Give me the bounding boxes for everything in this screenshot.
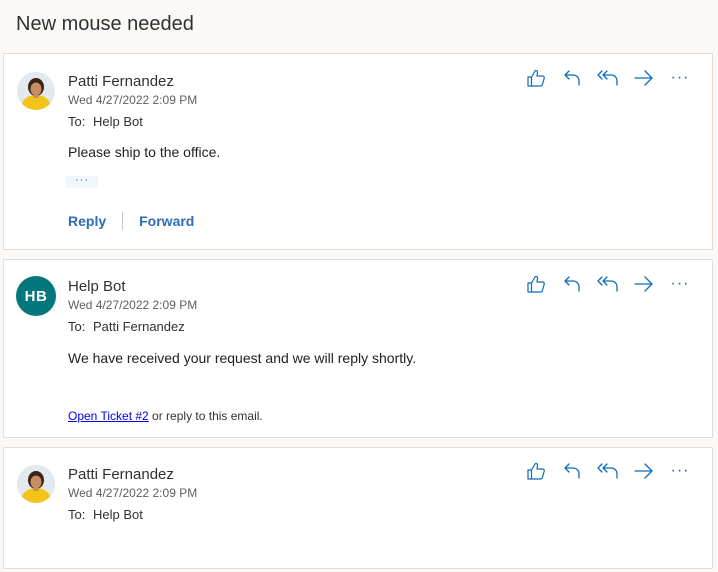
reply-button[interactable]: Reply [68, 213, 106, 229]
reply-all-button[interactable] [590, 271, 626, 297]
message-date: Wed 4/27/2022 2:09 PM [68, 298, 198, 312]
avatar: HB [16, 276, 56, 316]
like-button[interactable] [518, 271, 554, 297]
reply-icon-button[interactable] [554, 271, 590, 297]
avatar-photo-icon [17, 72, 55, 110]
sender-name: Help Bot [68, 278, 126, 295]
message-body: Please ship to the office. [68, 144, 221, 160]
more-options-button[interactable]: ··· [662, 458, 698, 484]
recipient-line: To: Patti Fernandez [68, 319, 185, 334]
message-body: We have received your request and we wil… [68, 350, 417, 366]
avatar [17, 465, 55, 503]
forward-arrow-icon [634, 463, 653, 479]
footer-text: or reply to this email. [148, 409, 263, 423]
reply-icon-button[interactable] [554, 458, 590, 484]
message-actions: ··· [518, 271, 698, 297]
recipient-line: To: Help Bot [68, 114, 143, 129]
message-card[interactable]: HB Help Bot Wed 4/27/2022 2:09 PM To: Pa… [3, 259, 713, 438]
message-actions: ··· [518, 458, 698, 484]
to-label: To: [68, 319, 86, 334]
sender-name: Patti Fernandez [68, 73, 174, 90]
recipient-name[interactable]: Help Bot [93, 114, 143, 129]
thread-title: New mouse needed [16, 13, 194, 35]
forward-icon-button[interactable] [626, 458, 662, 484]
like-icon [527, 69, 545, 87]
like-button[interactable] [518, 65, 554, 91]
like-button[interactable] [518, 458, 554, 484]
show-more-button[interactable]: ··· [66, 175, 98, 188]
message-actions: ··· [518, 65, 698, 91]
forward-arrow-icon [634, 70, 653, 86]
divider [122, 212, 124, 230]
sender-name: Patti Fernandez [68, 466, 174, 483]
to-label: To: [68, 507, 86, 522]
reply-all-button[interactable] [590, 458, 626, 484]
reply-all-icon [597, 276, 618, 292]
recipient-line: To: Help Bot [68, 507, 143, 522]
reply-icon [564, 70, 580, 86]
forward-arrow-icon [634, 276, 653, 292]
reply-icon [564, 463, 580, 479]
reply-forward-row: Reply Forward [68, 212, 194, 230]
forward-button[interactable]: Forward [139, 213, 194, 229]
like-icon [527, 462, 545, 480]
recipient-name[interactable]: Help Bot [93, 507, 143, 522]
like-icon [527, 275, 545, 293]
message-date: Wed 4/27/2022 2:09 PM [68, 93, 198, 107]
to-label: To: [68, 114, 86, 129]
avatar-photo-icon [17, 465, 55, 503]
message-card[interactable]: Patti Fernandez Wed 4/27/2022 2:09 PM To… [3, 53, 713, 250]
avatar [17, 72, 55, 110]
forward-icon-button[interactable] [626, 65, 662, 91]
more-options-button[interactable]: ··· [662, 271, 698, 297]
forward-icon-button[interactable] [626, 271, 662, 297]
reply-all-icon [597, 463, 618, 479]
recipient-name[interactable]: Patti Fernandez [93, 319, 185, 334]
open-ticket-link[interactable]: Open Ticket #2 [68, 409, 149, 423]
ticket-footer: Open Ticket #2 or reply to this email. [68, 409, 263, 423]
more-options-button[interactable]: ··· [662, 65, 698, 91]
reply-all-icon [597, 70, 618, 86]
message-date: Wed 4/27/2022 2:09 PM [68, 486, 198, 500]
reply-all-button[interactable] [590, 65, 626, 91]
reply-icon [564, 276, 580, 292]
message-card[interactable]: Patti Fernandez Wed 4/27/2022 2:09 PM To… [3, 447, 713, 569]
reply-icon-button[interactable] [554, 65, 590, 91]
